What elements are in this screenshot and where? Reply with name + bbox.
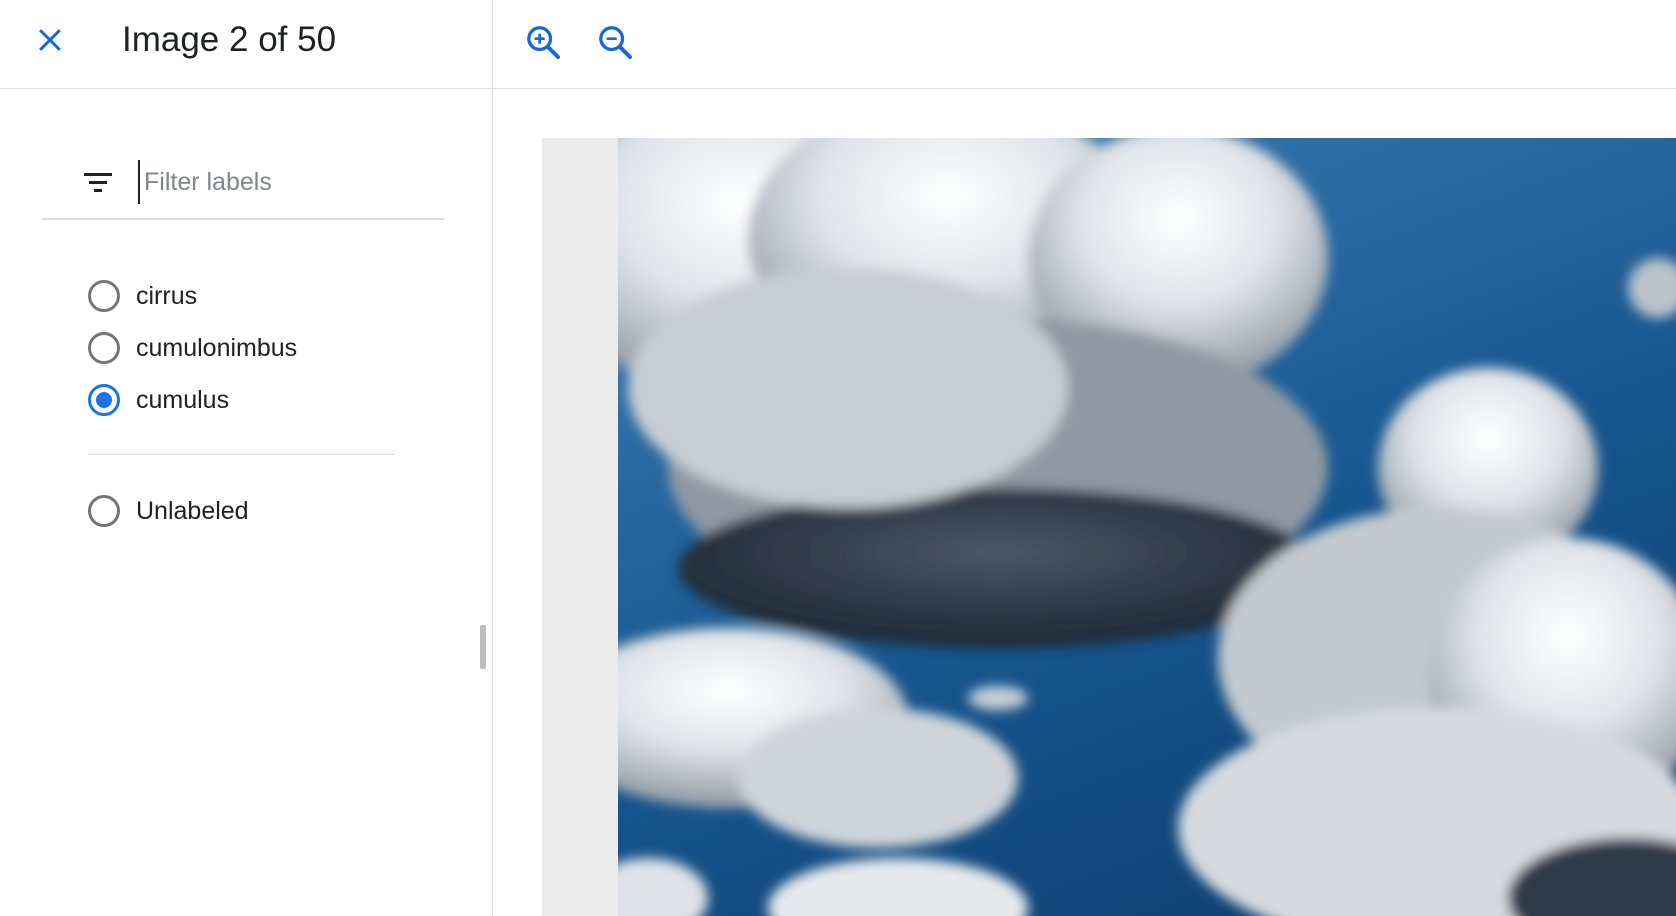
label-option-unlabeled[interactable]: Unlabeled: [88, 485, 398, 537]
cloud-photo: [618, 138, 1676, 916]
radio-button[interactable]: [88, 280, 120, 312]
image-viewer: [493, 0, 1676, 916]
sidebar-header: Image 2 of 50: [0, 0, 492, 89]
close-icon: [39, 29, 61, 51]
label-list: cirrus cumulonimbus cumulus Unlabeled: [88, 270, 398, 537]
label-divider: [88, 454, 395, 455]
filter-list-icon: [82, 166, 114, 198]
zoom-in-button[interactable]: [519, 18, 567, 66]
page-title: Image 2 of 50: [122, 20, 337, 59]
radio-button-selected[interactable]: [88, 384, 120, 416]
radio-button[interactable]: [88, 495, 120, 527]
label-sidebar: Image 2 of 50 cirrus cumulonimbus: [0, 0, 493, 916]
image-labeling-app: Image 2 of 50 cirrus cumulonimbus: [0, 0, 1676, 916]
zoom-out-button[interactable]: [591, 18, 639, 66]
cloud-image-illustration: [618, 138, 1676, 916]
label-option-cumulus[interactable]: cumulus: [88, 374, 398, 426]
viewer-toolbar: [493, 0, 1676, 89]
panel-resize-handle[interactable]: [480, 625, 486, 669]
label-option-text: Unlabeled: [136, 496, 249, 525]
label-option-cumulonimbus[interactable]: cumulonimbus: [88, 322, 398, 374]
zoom-in-icon: [527, 26, 560, 59]
label-option-text: cirrus: [136, 281, 198, 310]
zoom-out-icon: [599, 26, 632, 59]
label-option-text: cumulonimbus: [136, 333, 298, 362]
filter-bar: [42, 150, 444, 220]
radio-button[interactable]: [88, 332, 120, 364]
filter-labels-input[interactable]: [138, 160, 428, 204]
label-option-text: cumulus: [136, 385, 230, 414]
image-canvas[interactable]: [542, 138, 1676, 916]
close-button[interactable]: [26, 16, 74, 64]
label-option-cirrus[interactable]: cirrus: [88, 270, 398, 322]
